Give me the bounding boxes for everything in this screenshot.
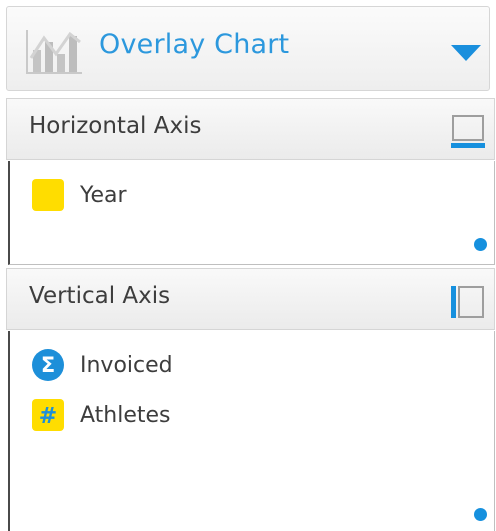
horizontal-axis-drop-zone[interactable]: Year	[8, 161, 495, 265]
svg-text:Σ: Σ	[41, 353, 55, 377]
field-label: Invoiced	[80, 352, 173, 378]
field-athletes[interactable]: # Athletes	[32, 398, 171, 432]
field-invoiced[interactable]: Σ Invoiced	[32, 348, 173, 382]
horizontal-axis-header: Horizontal Axis	[6, 98, 495, 160]
dimension-square-icon	[32, 179, 64, 211]
horizontal-axis-icon[interactable]	[451, 113, 485, 149]
field-year[interactable]: Year	[32, 178, 127, 212]
svg-text:#: #	[39, 404, 57, 429]
vertical-axis-icon[interactable]	[451, 283, 485, 319]
hash-icon: #	[32, 399, 64, 431]
bar-line-chart-icon	[26, 30, 82, 74]
vertical-axis-header: Vertical Axis	[6, 268, 495, 330]
field-label: Year	[80, 182, 127, 208]
resize-handle[interactable]	[474, 508, 487, 521]
vertical-axis-drop-zone[interactable]: Σ Invoiced # Athletes	[8, 331, 495, 531]
chart-type-label: Overlay Chart	[99, 29, 290, 60]
field-label: Athletes	[80, 402, 171, 428]
horizontal-axis-title: Horizontal Axis	[29, 113, 202, 139]
caret-down-icon[interactable]	[451, 45, 481, 61]
chart-builder-panel: Overlay Chart Horizontal Axis Year Verti…	[0, 0, 496, 531]
sigma-icon: Σ	[32, 349, 64, 381]
chart-type-selector[interactable]: Overlay Chart	[6, 6, 490, 91]
resize-handle[interactable]	[474, 238, 487, 251]
vertical-axis-title: Vertical Axis	[29, 283, 171, 309]
